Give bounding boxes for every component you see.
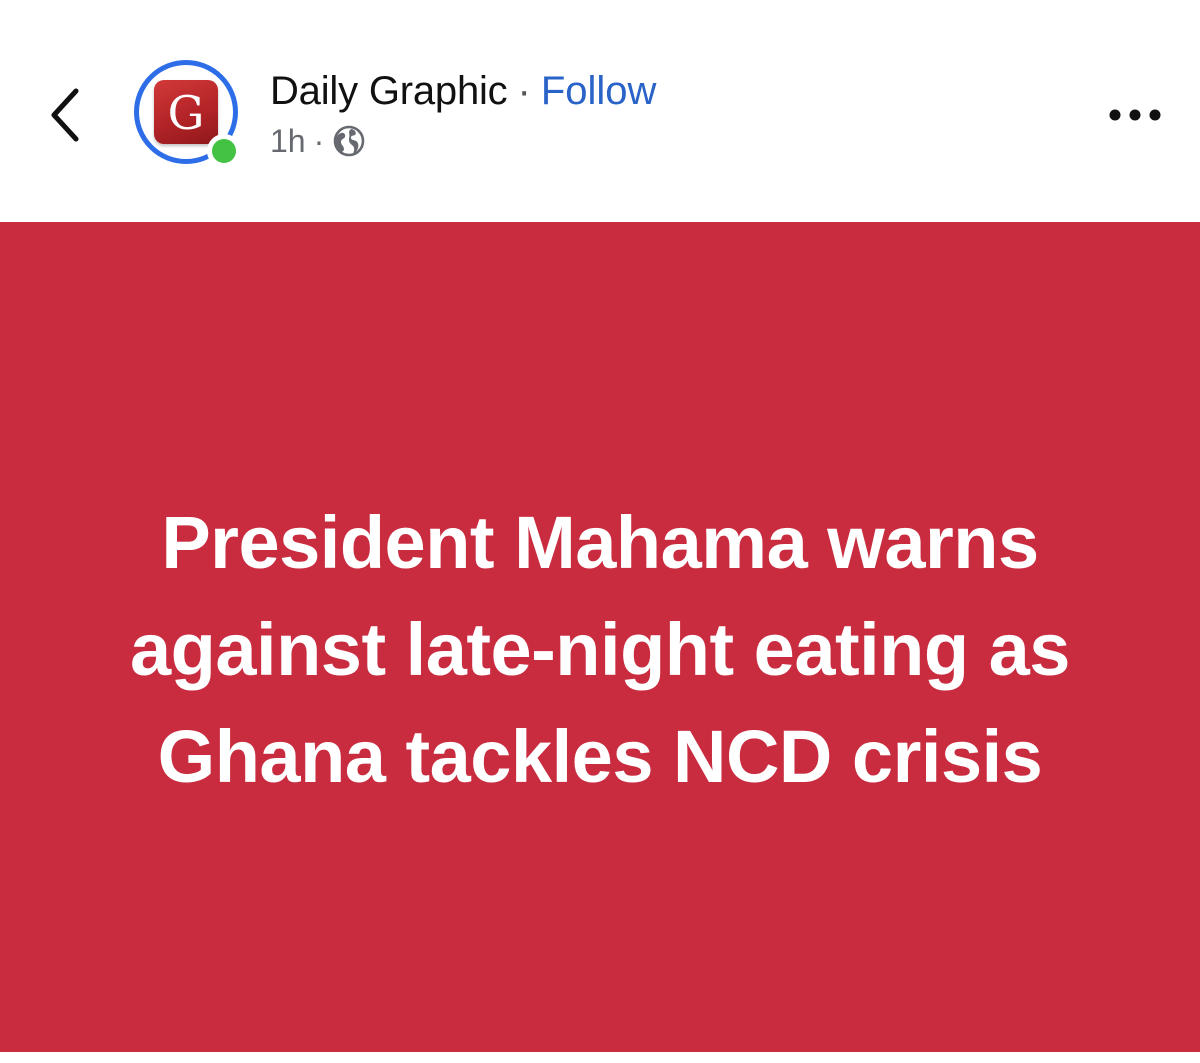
back-button[interactable] xyxy=(36,80,96,150)
more-horizontal-icon xyxy=(1109,109,1161,121)
text-post-card[interactable]: President Mahama warns against late-nigh… xyxy=(0,222,1200,1052)
page-name[interactable]: Daily Graphic xyxy=(270,69,508,114)
post-timestamp[interactable]: 1h xyxy=(270,123,306,160)
post-meta: 1h · xyxy=(270,120,366,162)
post-viewer: G Daily Graphic · Follow 1h · President … xyxy=(0,0,1200,1063)
bottom-divider xyxy=(0,1052,1200,1063)
follow-button[interactable]: Follow xyxy=(541,69,657,114)
more-options-button[interactable] xyxy=(1100,90,1170,140)
post-headline: President Mahama warns against late-nigh… xyxy=(130,500,1070,798)
globe-icon[interactable] xyxy=(332,124,366,158)
online-status-dot xyxy=(207,134,241,168)
separator-dot: · xyxy=(517,68,531,113)
daily-graphic-logo: G xyxy=(154,80,218,144)
post-header: G Daily Graphic · Follow 1h · xyxy=(0,0,1200,222)
meta-separator: · xyxy=(313,122,325,159)
chevron-left-icon xyxy=(51,88,79,142)
logo-letter: G xyxy=(167,86,205,140)
author-line: Daily Graphic · Follow xyxy=(270,66,656,116)
